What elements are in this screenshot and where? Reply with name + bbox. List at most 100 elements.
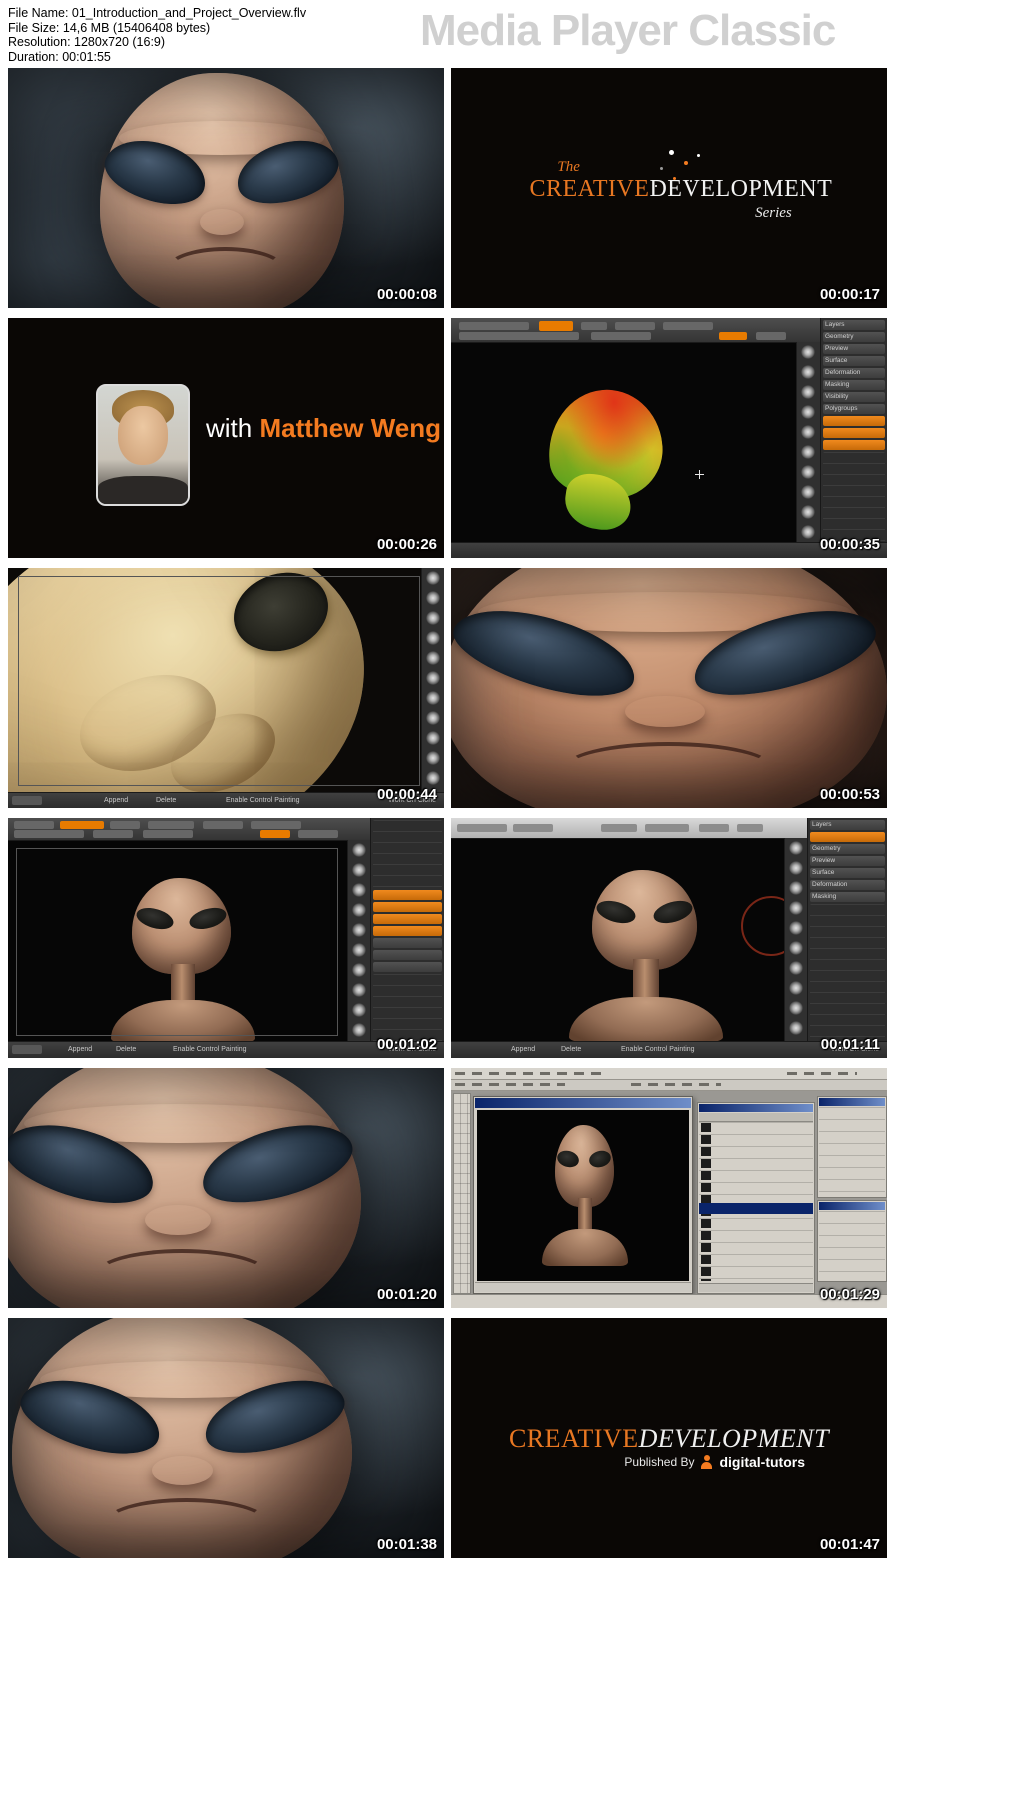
palette-row: Deformation xyxy=(810,880,885,890)
presenter-photo xyxy=(96,384,190,506)
video-thumbnail-12: CREATIVEDEVELOPMENT Published By digital… xyxy=(451,1318,887,1558)
menu-text-placeholder xyxy=(455,1072,605,1075)
timestamp-overlay: 00:01:29 xyxy=(819,1286,880,1303)
credits-creative: CREATIVE xyxy=(508,1424,639,1453)
bust-shoulders xyxy=(569,997,723,1042)
palette-row: Layers xyxy=(823,320,885,330)
action-rows xyxy=(819,1211,885,1279)
palette-row-highlighted xyxy=(373,890,442,900)
material-sphere-column xyxy=(421,568,444,793)
toolbar-button xyxy=(457,824,507,832)
toolbar-button xyxy=(663,322,713,330)
video-thumbnail-3: with Matthew Weng 00:00:26 xyxy=(8,318,444,558)
status-bar-button xyxy=(12,1044,42,1054)
toolbar-button xyxy=(459,322,529,330)
menu-text-placeholder xyxy=(787,1072,857,1075)
vignette xyxy=(8,1318,444,1558)
alien-eye-right xyxy=(587,1148,614,1171)
panel-tabs xyxy=(699,1113,813,1122)
panel-title-bar xyxy=(699,1104,813,1112)
timestamp-overlay: 00:01:20 xyxy=(376,1286,437,1303)
panel-title-bar xyxy=(819,1202,885,1210)
toolbar-button xyxy=(513,824,553,832)
palette-row xyxy=(373,950,442,960)
actions-panel xyxy=(817,1200,887,1282)
palette-row: Surface xyxy=(810,868,885,878)
toolbar-button xyxy=(143,830,193,838)
toolbar-button xyxy=(14,821,54,829)
thumbnail-grid: 00:00:08 The CREATIVEDEVELOPMENT Series … xyxy=(8,68,887,1558)
video-thumbnail-9: 00:01:20 xyxy=(8,1068,444,1308)
palette-row-highlighted xyxy=(373,926,442,936)
append-button-label: Append xyxy=(511,1045,536,1053)
delete-button-label: Delete xyxy=(116,1045,137,1053)
title-series: Series xyxy=(755,205,792,222)
app-watermark: Media Player Classic xyxy=(420,6,836,55)
file-name-line: File Name: 01_Introduction_and_Project_O… xyxy=(8,6,307,20)
vignette xyxy=(8,1068,444,1308)
palette-row-highlighted xyxy=(373,914,442,924)
timestamp-overlay: 00:01:38 xyxy=(376,1536,437,1553)
title-the: The xyxy=(557,159,580,176)
toolbar-button xyxy=(615,322,655,330)
title-main: CREATIVEDEVELOPMENT xyxy=(529,176,831,203)
enable-control-painting-label: Enable Control Painting xyxy=(621,1045,695,1053)
enable-control-painting-label: Enable Control Painting xyxy=(226,796,300,804)
publisher-brand: digital-tutors xyxy=(719,1454,805,1470)
palette-row xyxy=(373,962,442,972)
palette-row-highlighted xyxy=(823,416,885,426)
sparkle-dot-icon xyxy=(697,154,700,157)
resolution-line: Resolution: 1280x720 (16:9) xyxy=(8,35,166,49)
photoshop-menu-bar xyxy=(451,1068,887,1080)
presenter-shirt xyxy=(98,475,188,504)
title-development: DEVELOPMENT xyxy=(649,176,833,203)
credits-development: DEVELOPMENT xyxy=(638,1424,830,1453)
alien-bust-art xyxy=(541,1125,630,1266)
caption-with: with xyxy=(206,413,253,443)
toolbar-button xyxy=(148,821,194,829)
digital-tutors-person-icon xyxy=(700,1455,713,1469)
palette-row-texture xyxy=(810,904,885,1056)
canvas-frame-outline xyxy=(18,576,420,786)
palette-row-highlighted xyxy=(373,902,442,912)
toolbar-button-active xyxy=(601,824,637,832)
palette-row-highlighted xyxy=(810,832,885,842)
toolbar-button-active xyxy=(260,830,290,838)
palette-row: Visibility xyxy=(823,392,885,402)
palette-row: Preview xyxy=(810,856,885,866)
photoshop-toolbox xyxy=(453,1093,471,1294)
video-thumbnail-4: Layers Geometry Preview Surface Deformat… xyxy=(451,318,887,558)
video-thumbnail-11: 00:01:38 xyxy=(8,1318,444,1558)
document-status-bar xyxy=(475,1282,691,1292)
append-button-label: Append xyxy=(68,1045,93,1053)
video-thumbnail-6: 00:00:53 xyxy=(451,568,887,808)
tool-palette: Layers Geometry Preview Surface Deformat… xyxy=(807,818,887,1058)
timestamp-overlay: 00:01:47 xyxy=(819,1536,880,1553)
timestamp-overlay: 00:00:08 xyxy=(376,286,437,303)
file-size-line: File Size: 14,6 MB (15406408 bytes) xyxy=(8,20,211,35)
video-thumbnail-5: Append Delete Enable Control Painting Wo… xyxy=(8,568,444,808)
bust-head xyxy=(591,870,698,970)
options-text-placeholder xyxy=(455,1083,565,1086)
panel-title-bar xyxy=(819,1098,885,1106)
document-title-bar xyxy=(475,1098,691,1108)
toolbar-button xyxy=(251,821,301,829)
alien-bust-art xyxy=(566,870,726,1042)
alien-eye-left xyxy=(593,896,638,927)
toolbar-button-active xyxy=(60,821,104,829)
cursor-cross-icon xyxy=(695,470,704,479)
append-button-label: Append xyxy=(104,796,129,804)
alien-eye-left xyxy=(555,1148,582,1171)
video-thumbnail-2: The CREATIVEDEVELOPMENT Series 00:00:17 xyxy=(451,68,887,308)
toolbar-button-active xyxy=(737,824,763,832)
material-sphere-column xyxy=(784,838,807,1042)
enable-control-painting-label: Enable Control Painting xyxy=(173,1045,247,1053)
toolbar-button-active xyxy=(539,321,573,331)
palette-row-highlighted xyxy=(823,440,885,450)
video-thumbnail-1: 00:00:08 xyxy=(8,68,444,308)
options-text-placeholder xyxy=(631,1083,721,1086)
status-bar-button xyxy=(12,795,42,805)
tool-palette xyxy=(370,818,444,1058)
photoshop-options-bar xyxy=(451,1080,887,1091)
document-window xyxy=(473,1096,693,1294)
